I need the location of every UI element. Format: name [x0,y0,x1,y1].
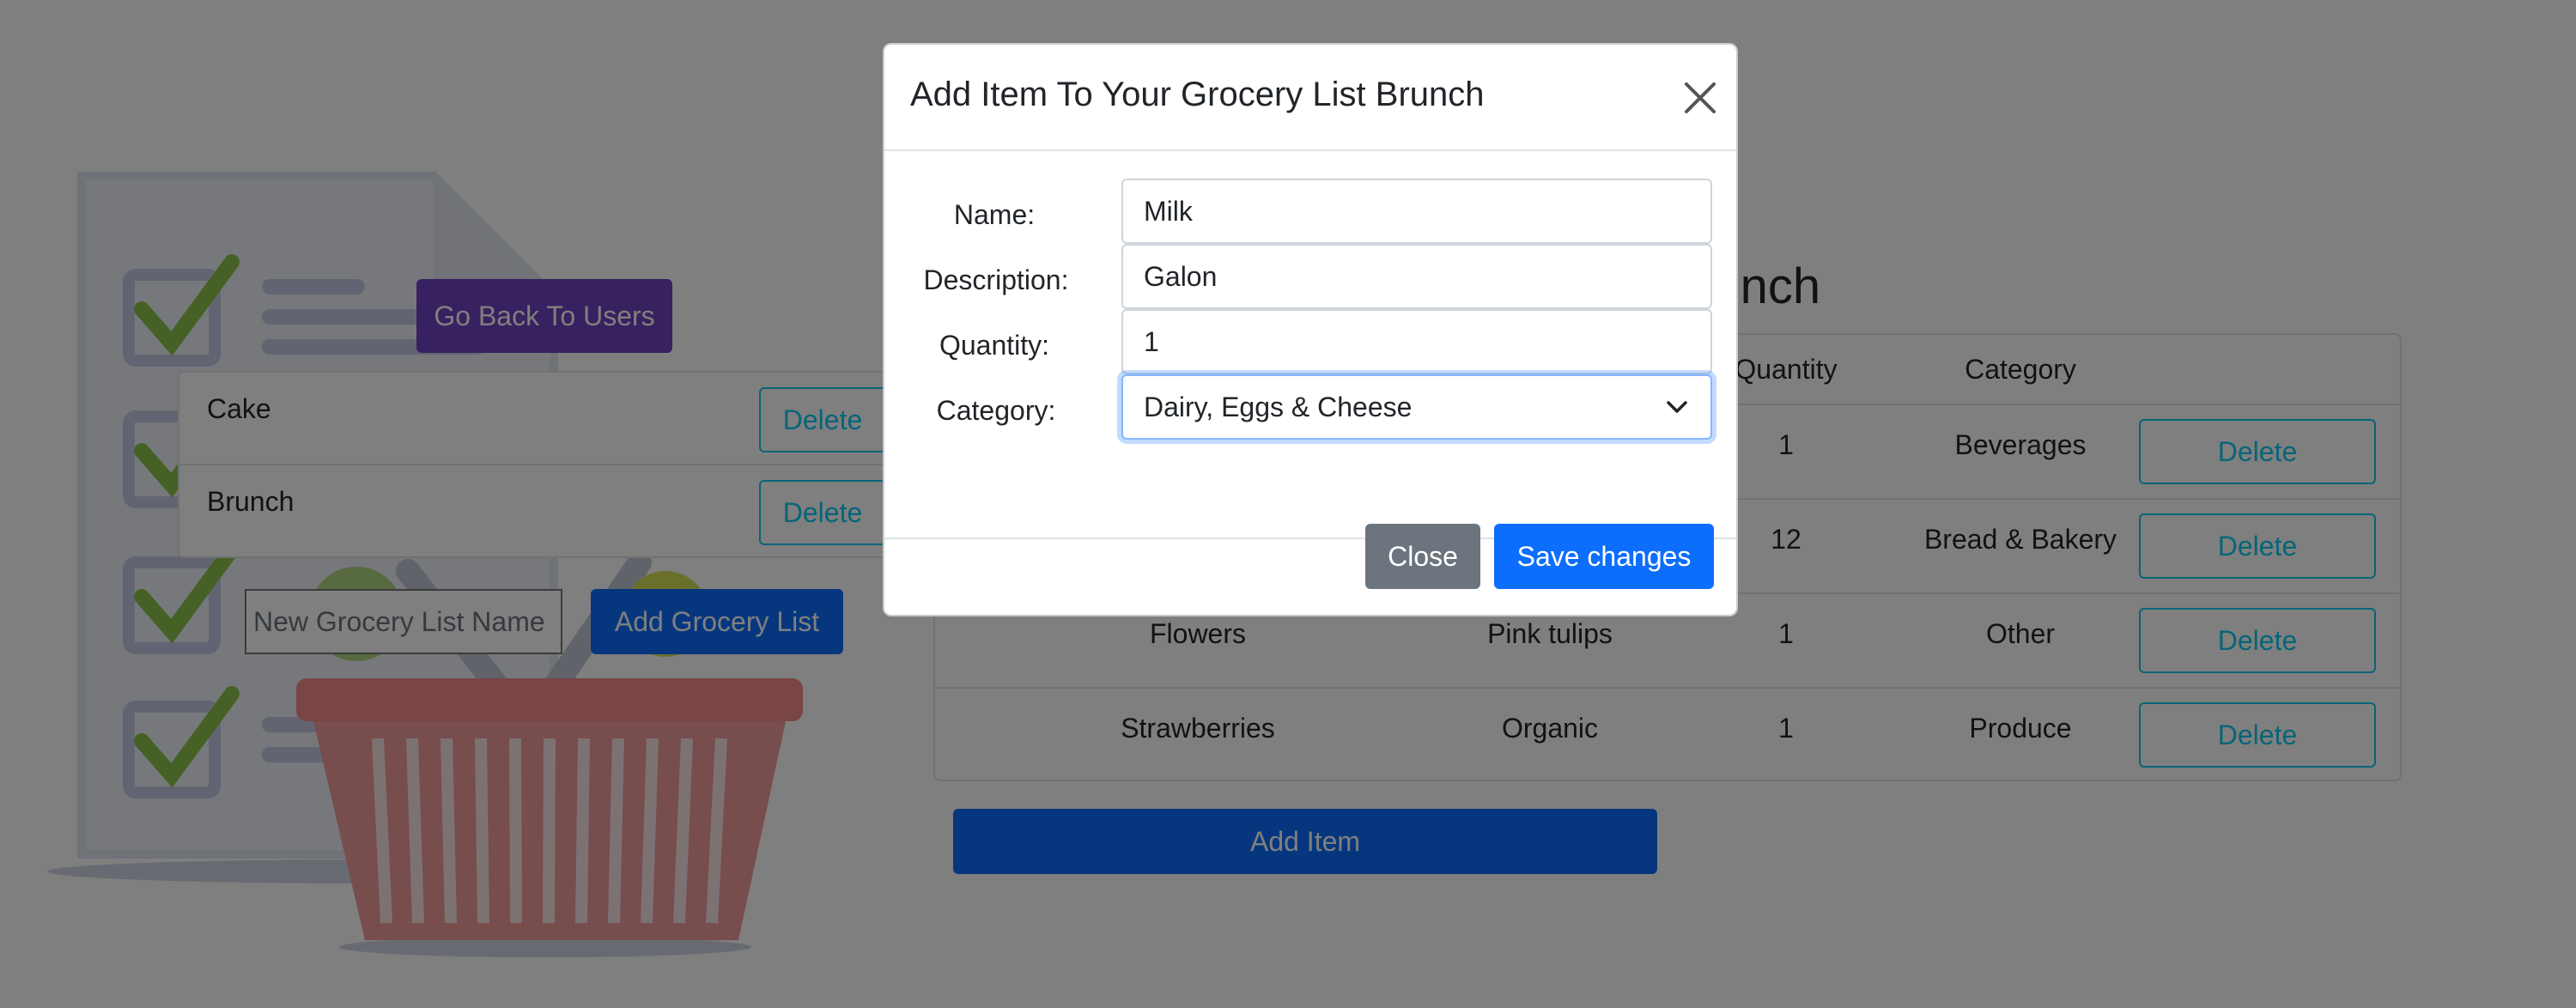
description-input[interactable]: Galon [1121,244,1712,309]
quantity-input[interactable]: 1 [1121,309,1712,374]
quantity-label: Quantity: [939,330,1050,361]
name-label: Name: [953,199,1036,230]
modal-title: Add Item To Your Grocery List Brunch [910,76,1485,113]
page: Go Back To Users Cake Delete Brunch Dele… [0,0,2576,1008]
modal-header: Add Item To Your Grocery List Brunch [884,45,1736,151]
save-changes-button[interactable]: Save changes [1494,524,1714,589]
category-select-value: Dairy, Eggs & Cheese [1144,391,1413,422]
chevron-down-icon [1667,401,1687,413]
close-button[interactable]: Close [1365,524,1480,589]
add-item-modal: Add Item To Your Grocery List Brunch Nam… [883,43,1738,616]
name-input[interactable]: Milk [1121,179,1712,244]
category-select[interactable]: Dairy, Eggs & Cheese [1121,374,1712,440]
description-label: Description: [923,264,1069,295]
close-icon[interactable] [1680,77,1721,118]
category-label: Category: [936,395,1056,426]
